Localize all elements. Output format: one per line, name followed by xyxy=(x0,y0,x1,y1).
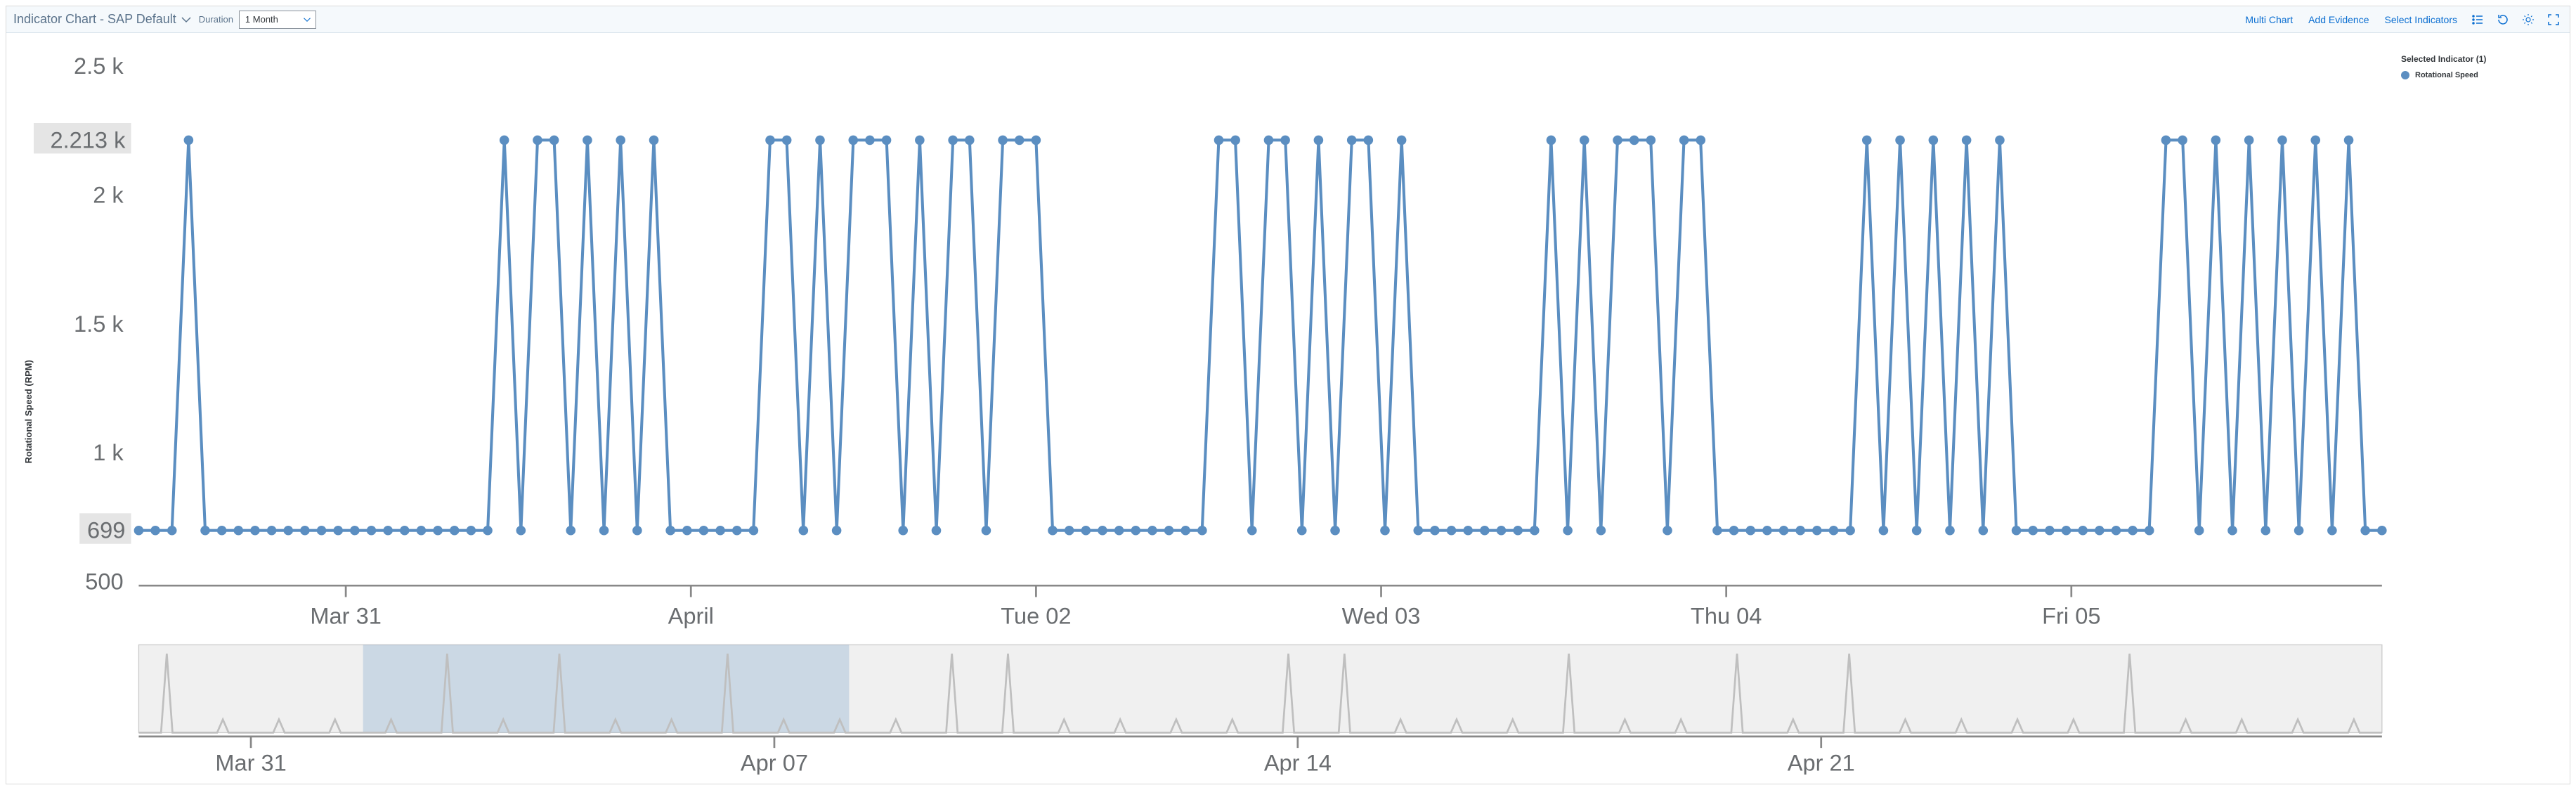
svg-text:Thu 04: Thu 04 xyxy=(1691,603,1762,629)
svg-text:Mar 31: Mar 31 xyxy=(310,603,381,629)
svg-text:2 k: 2 k xyxy=(93,181,124,207)
reset-icon[interactable] xyxy=(2494,11,2512,29)
chart-title: Indicator Chart - SAP Default xyxy=(13,12,176,27)
chart-title-dropdown[interactable]: Indicator Chart - SAP Default xyxy=(13,12,192,27)
legend-item-label: Rotational Speed xyxy=(2415,71,2478,79)
legend-title: Selected Indicator (1) xyxy=(2401,54,2556,64)
fullscreen-icon[interactable] xyxy=(2544,11,2563,29)
svg-text:Tue 02: Tue 02 xyxy=(1001,603,1071,629)
gear-icon[interactable] xyxy=(2519,11,2537,29)
duration-label: Duration xyxy=(199,14,233,25)
main-chart[interactable]: 500 1 k 1.5 k 2 k 2.5 k 2.213 k 699 Mar 31 April… xyxy=(34,47,2401,639)
indicator-chart-panel: Indicator Chart - SAP Default Duration 1… xyxy=(6,6,2570,784)
overview-chart[interactable]: Mar 31 Apr 07 Apr 14 Apr 21 xyxy=(34,641,2401,775)
svg-text:1.5 k: 1.5 k xyxy=(74,311,124,337)
multi-chart-button[interactable]: Multi Chart xyxy=(2241,14,2297,25)
duration-control: Duration 1 Month xyxy=(199,11,316,29)
legend-swatch xyxy=(2401,71,2409,79)
svg-text:Apr 14: Apr 14 xyxy=(1264,750,1332,775)
list-icon[interactable] xyxy=(2468,11,2487,29)
svg-text:April: April xyxy=(668,603,714,629)
duration-value: 1 Month xyxy=(245,14,278,25)
svg-text:Apr 07: Apr 07 xyxy=(741,750,808,775)
add-evidence-button[interactable]: Add Evidence xyxy=(2304,14,2373,25)
svg-text:Wed 03: Wed 03 xyxy=(1342,603,1421,629)
svg-text:2.213 k: 2.213 k xyxy=(50,127,126,153)
svg-text:699: 699 xyxy=(87,517,125,543)
svg-text:2.5 k: 2.5 k xyxy=(74,53,124,79)
chart-area: Rotational Speed (RPM) 500 1 k 1.5 k 2 k 2.5… xyxy=(6,33,2570,784)
svg-text:Apr 21: Apr 21 xyxy=(1788,750,1855,775)
select-indicators-button[interactable]: Select Indicators xyxy=(2381,14,2462,25)
legend: Selected Indicator (1) Rotational Speed xyxy=(2401,47,2556,777)
svg-text:Mar 31: Mar 31 xyxy=(215,750,286,775)
svg-text:500: 500 xyxy=(85,569,123,595)
chart-main: 500 1 k 1.5 k 2 k 2.5 k 2.213 k 699 Mar 31 April… xyxy=(34,47,2401,777)
legend-item[interactable]: Rotational Speed xyxy=(2401,71,2556,79)
svg-text:Fri 05: Fri 05 xyxy=(2042,603,2100,629)
duration-select[interactable]: 1 Month xyxy=(239,11,316,29)
chart-toolbar: Indicator Chart - SAP Default Duration 1… xyxy=(6,6,2570,33)
chevron-down-icon xyxy=(303,15,311,24)
chevron-down-icon xyxy=(181,14,192,25)
y-axis-label: Rotational Speed (RPM) xyxy=(20,47,34,777)
svg-text:1 k: 1 k xyxy=(93,439,124,465)
